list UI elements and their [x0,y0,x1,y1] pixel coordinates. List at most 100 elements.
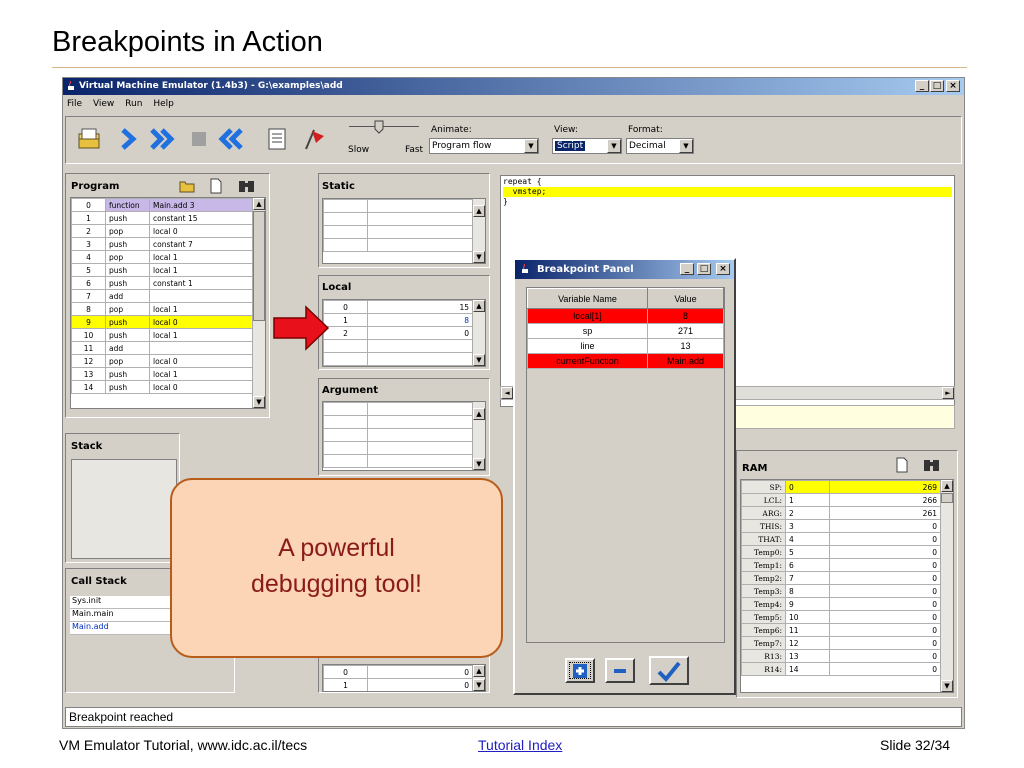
static-scrollbar[interactable]: ▲ ▼ [472,199,485,263]
ram-scrollbar[interactable]: ▲ ▼ [940,480,953,692]
menu-help[interactable]: Help [149,99,178,109]
load-program-icon[interactable] [74,124,104,154]
table-row[interactable]: THIS: 3 0 [741,519,941,533]
close-button[interactable]: × [946,80,960,92]
scroll-up-icon[interactable]: ▲ [941,480,953,492]
ok-button[interactable] [649,656,689,685]
tutorial-index-link[interactable]: Tutorial Index [478,737,562,753]
single-step-icon[interactable] [114,124,144,154]
format-select[interactable]: Decimal ▼ [626,138,694,154]
table-row[interactable]: 14 push local 0 [71,380,254,394]
table-row[interactable]: 0 function Main.add 3 [71,198,254,212]
table-row[interactable]: Temp5: 10 0 [741,610,941,624]
scroll-up-icon[interactable]: ▲ [473,665,485,677]
argument-scrollbar[interactable]: ▲ ▼ [472,402,485,470]
table-row[interactable]: Temp0: 5 0 [741,545,941,559]
scroll-right-icon[interactable]: ► [942,387,954,399]
new-file-icon[interactable] [895,457,909,473]
table-row[interactable]: currentFunction Main.add [527,353,724,369]
script-icon[interactable] [262,124,292,154]
stop-icon[interactable] [184,124,214,154]
address-cell: 8 [785,584,830,598]
table-row[interactable]: R14: 14 0 [741,662,941,676]
table-row[interactable]: LCL: 1 266 [741,493,941,507]
table-row[interactable]: 7 add [71,289,254,303]
reset-icon[interactable] [216,124,246,154]
table-row[interactable]: ARG: 2 261 [741,506,941,520]
table-row[interactable]: 10 push local 1 [71,328,254,342]
table-row[interactable]: Temp4: 9 0 [741,597,941,611]
table-row[interactable]: 00 [323,665,473,679]
table-row[interactable]: 13 push local 1 [71,367,254,381]
table-row[interactable]: 3 push constant 7 [71,237,254,251]
table-row[interactable]: line 13 [527,338,724,354]
window-title-bar[interactable]: Virtual Machine Emulator (1.4b3) - G:\ex… [63,78,964,95]
table-row[interactable]: Temp7: 12 0 [741,636,941,650]
value-cell: 0 [829,545,941,559]
remove-breakpoint-button[interactable] [605,658,635,683]
table-row[interactable]: R13: 13 0 [741,649,941,663]
run-icon[interactable] [148,124,178,154]
table-row[interactable]: 9 push local 0 [71,315,254,329]
maximize-button[interactable]: □ [930,80,944,92]
new-file-icon[interactable] [209,178,223,194]
table-row[interactable]: 4 pop local 1 [71,250,254,264]
argument-cell: constant 7 [149,237,254,251]
table-row[interactable]: SP: 0 269 [741,480,941,494]
breakpoints-flag-icon[interactable] [298,124,328,154]
stack-title: Stack [71,441,103,452]
scroll-up-icon[interactable]: ▲ [253,198,265,210]
speed-slider-thumb[interactable] [372,120,386,134]
maximize-button[interactable]: □ [697,263,711,275]
table-row[interactable]: 1 push constant 15 [71,211,254,225]
menu-view[interactable]: View [89,99,118,109]
scroll-down-icon[interactable]: ▼ [253,396,265,408]
table-row[interactable]: local[1] 8 [527,308,724,324]
argument-panel: Argument ▲ ▼ [318,378,490,476]
view-select[interactable]: Script ▼ [552,138,622,154]
animate-select[interactable]: Program flow ▼ [429,138,539,154]
table-row[interactable]: 0 15 [323,300,473,314]
table-row[interactable]: Temp3: 8 0 [741,584,941,598]
scroll-down-icon[interactable]: ▼ [473,458,485,470]
binoculars-icon[interactable] [238,178,255,193]
program-scrollbar[interactable]: ▲ ▼ [252,198,265,408]
table-row[interactable]: 10 [323,678,473,691]
folder-icon[interactable] [179,179,195,193]
menu-file[interactable]: File [63,99,86,109]
scroll-down-icon[interactable]: ▼ [473,354,485,366]
table-row[interactable]: 8 pop local 1 [71,302,254,316]
table-row[interactable]: 18 [323,313,473,327]
add-breakpoint-button[interactable] [565,658,595,683]
scroll-thumb[interactable] [941,493,953,503]
scroll-up-icon[interactable]: ▲ [473,300,485,312]
scroll-up-icon[interactable]: ▲ [473,205,485,217]
binoculars-icon[interactable] [923,457,940,472]
local-scrollbar[interactable]: ▲ ▼ [472,300,485,366]
table-row[interactable]: Temp6: 11 0 [741,623,941,637]
value-cell: 269 [829,480,941,494]
table-row[interactable]: 12 pop local 0 [71,354,254,368]
scroll-down-icon[interactable]: ▼ [473,251,485,263]
minimize-button[interactable]: _ [680,263,694,275]
table-row[interactable]: Temp2: 7 0 [741,571,941,585]
scroll-left-icon[interactable]: ◄ [501,387,513,399]
table-header-row: Variable Name Value [527,288,724,309]
minimize-button[interactable]: _ [915,80,929,92]
scroll-down-icon[interactable]: ▼ [473,679,485,691]
scroll-thumb[interactable] [253,211,265,321]
table-row[interactable]: 20 [323,326,473,340]
register-label-cell: Temp3: [741,584,786,598]
close-button[interactable]: × [716,263,730,275]
table-row[interactable]: 11 add [71,341,254,355]
scroll-down-icon[interactable]: ▼ [941,680,953,692]
table-row[interactable]: sp 271 [527,323,724,339]
table-row[interactable]: 2 pop local 0 [71,224,254,238]
table-row[interactable]: Temp1: 6 0 [741,558,941,572]
table-row[interactable]: 6 push constant 1 [71,276,254,290]
scroll-up-icon[interactable]: ▲ [473,408,485,420]
temp-scrollbar[interactable]: ▲ ▼ [472,665,485,691]
menu-run[interactable]: Run [121,99,146,109]
table-row[interactable]: THAT: 4 0 [741,532,941,546]
table-row[interactable]: 5 push local 1 [71,263,254,277]
